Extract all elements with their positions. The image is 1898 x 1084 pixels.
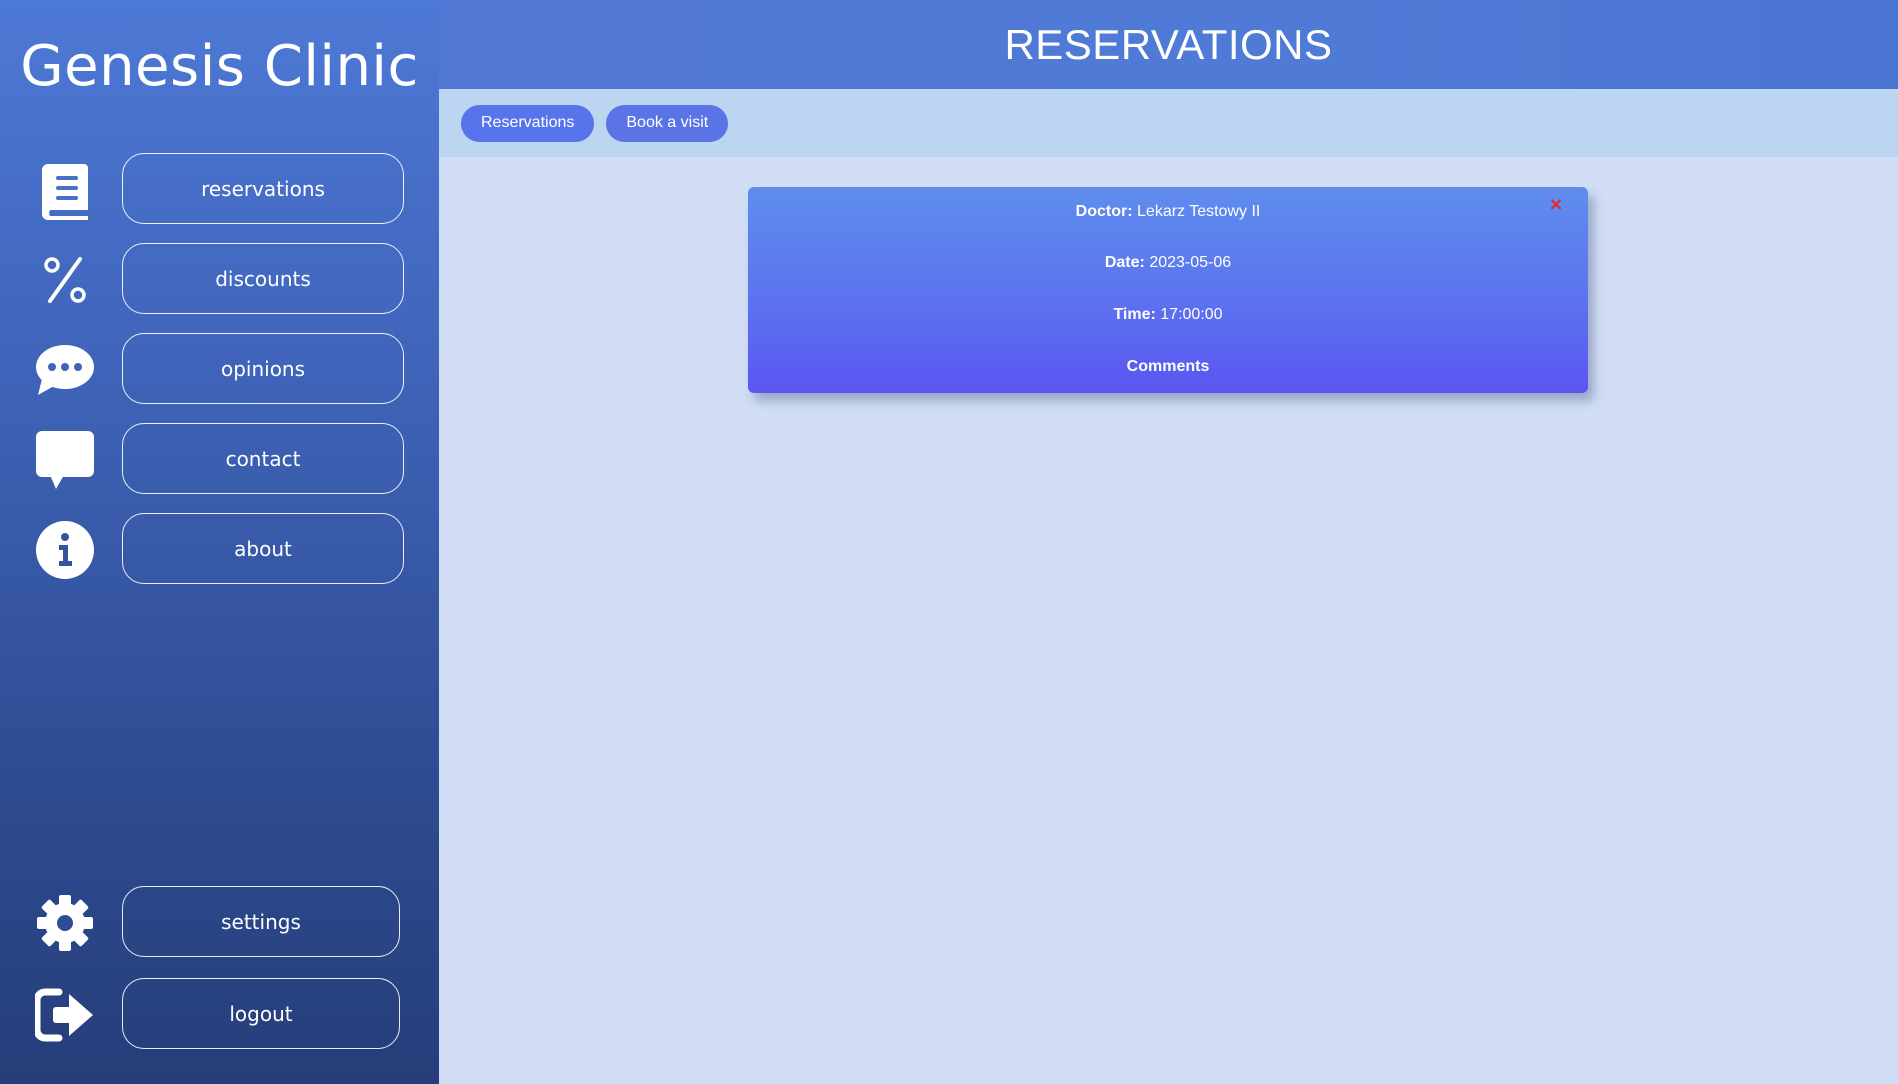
page-title: RESERVATIONS — [1004, 20, 1333, 68]
comments-line: Comments — [748, 358, 1588, 376]
time-value: 17:00:00 — [1160, 306, 1223, 323]
header-bar: RESERVATIONS — [439, 0, 1898, 89]
book-icon — [34, 159, 96, 221]
reservation-card: × Doctor: Lekarz Testowy II Date: 2023-0… — [748, 187, 1588, 393]
app-root: Genesis Clinic reservations discounts op… — [0, 0, 1898, 1084]
tab-bar: Reservations Book a visit — [439, 89, 1898, 157]
time-line: Time: 17:00:00 — [748, 306, 1588, 324]
reservations-button[interactable]: reservations — [122, 153, 404, 224]
about-button[interactable]: about — [122, 513, 404, 584]
comments-toggle[interactable]: Comments — [1127, 358, 1210, 375]
opinions-button[interactable]: opinions — [122, 333, 404, 404]
sidebar-item-logout: logout — [0, 978, 439, 1050]
tab-book-a-visit[interactable]: Book a visit — [606, 104, 729, 142]
sidebar-item-settings: settings — [0, 886, 439, 958]
message-icon — [34, 429, 96, 491]
info-icon — [34, 519, 96, 581]
percent-icon — [34, 249, 96, 311]
date-value: 2023-05-06 — [1149, 254, 1232, 271]
sidebar-item-contact: contact — [0, 423, 439, 495]
brand-title: Genesis Clinic — [20, 34, 419, 99]
main-content: RESERVATIONS Reservations Book a visit ×… — [439, 0, 1898, 1084]
settings-button[interactable]: settings — [122, 886, 400, 957]
sidebar-item-opinions: opinions — [0, 333, 439, 405]
tab-reservations[interactable]: Reservations — [461, 104, 595, 142]
chat-bubble-icon — [34, 339, 96, 401]
gear-icon — [34, 892, 96, 954]
date-line: Date: 2023-05-06 — [748, 254, 1588, 272]
sidebar-item-reservations: reservations — [0, 153, 439, 225]
doctor-value: Lekarz Testowy II — [1137, 203, 1261, 220]
doctor-line: Doctor: Lekarz Testowy II — [748, 203, 1588, 221]
logout-icon — [34, 984, 96, 1046]
sidebar-item-about: about — [0, 513, 439, 585]
discounts-button[interactable]: discounts — [122, 243, 404, 314]
doctor-label: Doctor: — [1075, 203, 1133, 220]
sidebar-item-discounts: discounts — [0, 243, 439, 315]
contact-button[interactable]: contact — [122, 423, 404, 494]
sidebar: Genesis Clinic reservations discounts op… — [0, 0, 439, 1084]
time-label: Time: — [1113, 306, 1156, 323]
date-label: Date: — [1104, 254, 1145, 271]
logout-button[interactable]: logout — [122, 978, 400, 1049]
